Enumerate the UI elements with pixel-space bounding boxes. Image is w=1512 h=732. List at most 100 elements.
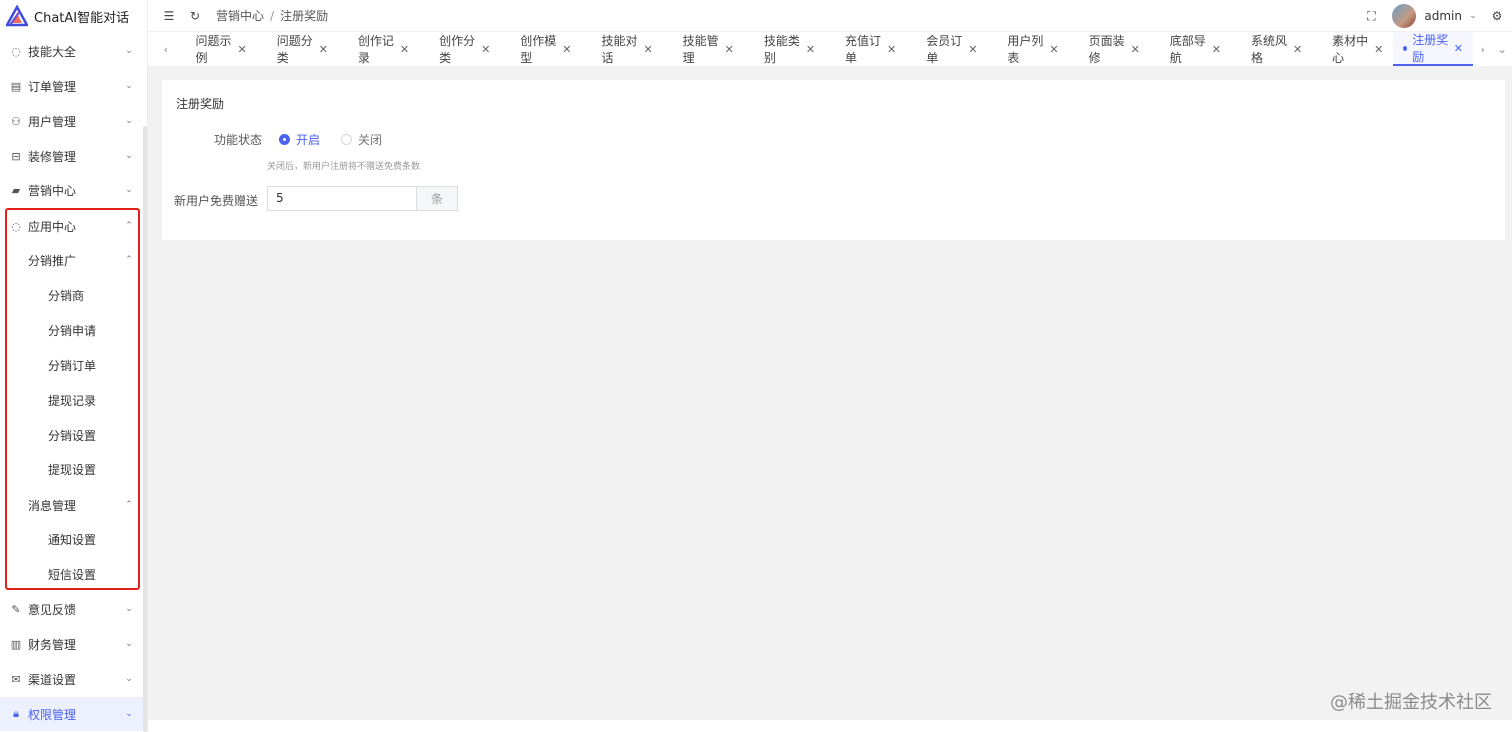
tab-page-decoration[interactable]: 页面装修 ✕ — [1069, 32, 1150, 66]
close-icon[interactable]: ✕ — [1131, 43, 1140, 56]
breadcrumb: 营销中心 / 注册奖励 — [216, 7, 328, 24]
tab-label: 系统风格 — [1250, 34, 1287, 65]
chevron-down-icon: ⌄ — [125, 604, 133, 614]
chevron-down-icon: ⌄ — [125, 46, 133, 56]
sidebar-item-marketing[interactable]: ▰ 营销中心 ⌄ — [0, 173, 144, 207]
sidebar-item-sms-settings[interactable]: 短信设置 — [0, 557, 144, 591]
close-icon[interactable]: ✕ — [968, 43, 977, 56]
close-icon[interactable]: ✕ — [1212, 43, 1221, 56]
sidebar-item-distributors[interactable]: 分销商 — [0, 278, 144, 312]
sidebar-item-label: 技能大全 — [28, 44, 77, 59]
tab-label: 注册奖励 — [1412, 33, 1449, 64]
sidebar-item-finance[interactable]: ▥ 财务管理 ⌄ — [0, 627, 144, 661]
tabs-scroll-left-icon[interactable]: ‹ — [156, 32, 176, 66]
compass-icon: ◌ — [11, 44, 21, 58]
close-icon[interactable]: ✕ — [1049, 43, 1058, 56]
app-logo[interactable]: ChatAI智能对话 — [0, 0, 147, 32]
free-gift-unit: 条 — [416, 186, 458, 211]
chart-icon: ▥ — [10, 637, 22, 651]
sidebar-item-distribution-settings[interactable]: 分销设置 — [0, 418, 144, 452]
tab-label: 问题示例 — [195, 34, 232, 65]
tab-recharge-orders[interactable]: 充值订单 ✕ — [825, 32, 906, 66]
gear-icon[interactable]: ⚙ — [1490, 9, 1504, 23]
tab-creation-categories[interactable]: 创作分类 ✕ — [419, 32, 500, 66]
tab-user-list[interactable]: 用户列表 ✕ — [987, 32, 1068, 66]
app-title: ChatAI智能对话 — [34, 10, 130, 26]
status-on-radio[interactable]: 开启 — [279, 131, 320, 148]
tab-skill-management[interactable]: 技能管理 ✕ — [663, 32, 744, 66]
sidebar-item-withdraw-settings[interactable]: 提现设置 — [0, 452, 144, 486]
close-icon[interactable]: ✕ — [887, 43, 896, 56]
breadcrumb-item-current: 注册奖励 — [280, 9, 329, 23]
tab-bottom-nav[interactable]: 底部导航 ✕ — [1150, 32, 1231, 66]
sidebar-item-label: 短信设置 — [48, 567, 97, 582]
close-icon[interactable]: ✕ — [1454, 42, 1463, 55]
radio-unchecked-icon — [341, 134, 352, 145]
breadcrumb-item[interactable]: 营销中心 — [216, 7, 264, 24]
free-gift-input[interactable]: 5 — [267, 186, 416, 211]
fullscreen-icon[interactable]: ⛶ — [1364, 9, 1378, 23]
sidebar-item-distribution-apply[interactable]: 分销申请 — [0, 313, 144, 347]
close-icon[interactable]: ✕ — [806, 43, 815, 56]
tab-label: 技能管理 — [682, 34, 719, 65]
close-icon[interactable]: ✕ — [400, 43, 409, 56]
chevron-down-icon[interactable]: ⌄ — [1466, 9, 1480, 23]
tab-material-center[interactable]: 素材中心 ✕ — [1312, 32, 1393, 66]
edit-icon: ✎ — [11, 602, 21, 616]
tab-system-style[interactable]: 系统风格 ✕ — [1231, 32, 1312, 66]
close-icon[interactable]: ✕ — [1293, 43, 1302, 56]
close-icon[interactable]: ✕ — [1374, 43, 1383, 56]
tab-skill-categories[interactable]: 技能类别 ✕ — [744, 32, 825, 66]
sidebar-scrollbar[interactable] — [143, 126, 147, 732]
tab-label: 技能对话 — [601, 34, 638, 65]
sidebar-item-users[interactable]: ⚇ 用户管理 ⌄ — [0, 104, 144, 138]
sidebar-item-channels[interactable]: ✉ 渠道设置 ⌄ — [0, 662, 144, 696]
tab-creation-records[interactable]: 创作记录 ✕ — [338, 32, 419, 66]
username[interactable]: admin — [1424, 9, 1462, 23]
sidebar-item-withdraw-records[interactable]: 提现记录 — [0, 383, 144, 417]
tabs-menu-chevron-down-icon[interactable]: ⌄ — [1492, 32, 1512, 66]
refresh-icon[interactable]: ↻ — [188, 9, 202, 23]
brush-icon: ⊟ — [11, 149, 21, 163]
sidebar-item-orders[interactable]: ▤ 订单管理 ⌄ — [0, 69, 144, 103]
sidebar-item-messages[interactable]: 消息管理 ⌃ — [0, 488, 144, 522]
sidebar-item-skills[interactable]: ◌ 技能大全 ⌄ — [0, 34, 144, 68]
close-icon[interactable]: ✕ — [481, 43, 490, 56]
avatar[interactable] — [1392, 4, 1417, 28]
page-title: 注册奖励 — [176, 97, 225, 111]
tabs-scroll-right-icon[interactable]: › — [1473, 32, 1493, 66]
sidebar-item-distribution-orders[interactable]: 分销订单 — [0, 348, 144, 382]
header-right: ⛶ admin ⌄ ⚙ — [1364, 0, 1504, 32]
chevron-down-icon: ⌄ — [125, 709, 133, 719]
footer-strip — [148, 720, 1512, 732]
close-icon[interactable]: ✕ — [725, 43, 734, 56]
sidebar-item-permissions[interactable]: 🔒︎ 权限管理 ⌄ — [0, 697, 144, 731]
tab-member-orders[interactable]: 会员订单 ✕ — [906, 32, 987, 66]
sidebar-item-label: 权限管理 — [28, 707, 77, 722]
sidebar-item-distribution[interactable]: 分销推广 ⌃ — [0, 243, 144, 277]
close-icon[interactable]: ✕ — [238, 43, 247, 56]
sidebar-item-label: 分销设置 — [48, 428, 97, 443]
user-icon: ⚇ — [11, 114, 21, 128]
close-icon[interactable]: ✕ — [562, 43, 571, 56]
sidebar-item-app-center[interactable]: ◌ 应用中心 ⌃ — [0, 209, 144, 243]
chevron-down-icon: ⌄ — [125, 185, 133, 195]
close-icon[interactable]: ✕ — [319, 43, 328, 56]
chevron-down-icon: ⌄ — [125, 639, 133, 649]
chevron-up-icon: ⌃ — [125, 221, 133, 231]
menu-fold-icon[interactable]: ☰ — [162, 9, 176, 23]
sidebar-item-notification-settings[interactable]: 通知设置 — [0, 522, 144, 556]
status-off-radio[interactable]: 关闭 — [341, 131, 382, 148]
sidebar-item-decoration[interactable]: ⊟ 装修管理 ⌄ — [0, 139, 144, 173]
tab-question-categories[interactable]: 问题分类 ✕ — [257, 32, 338, 66]
tab-question-examples[interactable]: 问题示例 ✕ — [176, 32, 257, 66]
sidebar-item-feedback[interactable]: ✎ 意见反馈 ⌄ — [0, 592, 144, 626]
tab-creation-models[interactable]: 创作模型 ✕ — [500, 32, 581, 66]
sidebar-item-label: 订单管理 — [28, 79, 77, 94]
chevron-down-icon: ⌄ — [125, 81, 133, 91]
tab-register-reward[interactable]: 注册奖励 ✕ — [1393, 32, 1473, 66]
close-icon[interactable]: ✕ — [643, 43, 652, 56]
sidebar-item-label: 意见反馈 — [28, 602, 77, 617]
tab-label: 用户列表 — [1007, 34, 1044, 65]
tab-skill-chat[interactable]: 技能对话 ✕ — [581, 32, 662, 66]
